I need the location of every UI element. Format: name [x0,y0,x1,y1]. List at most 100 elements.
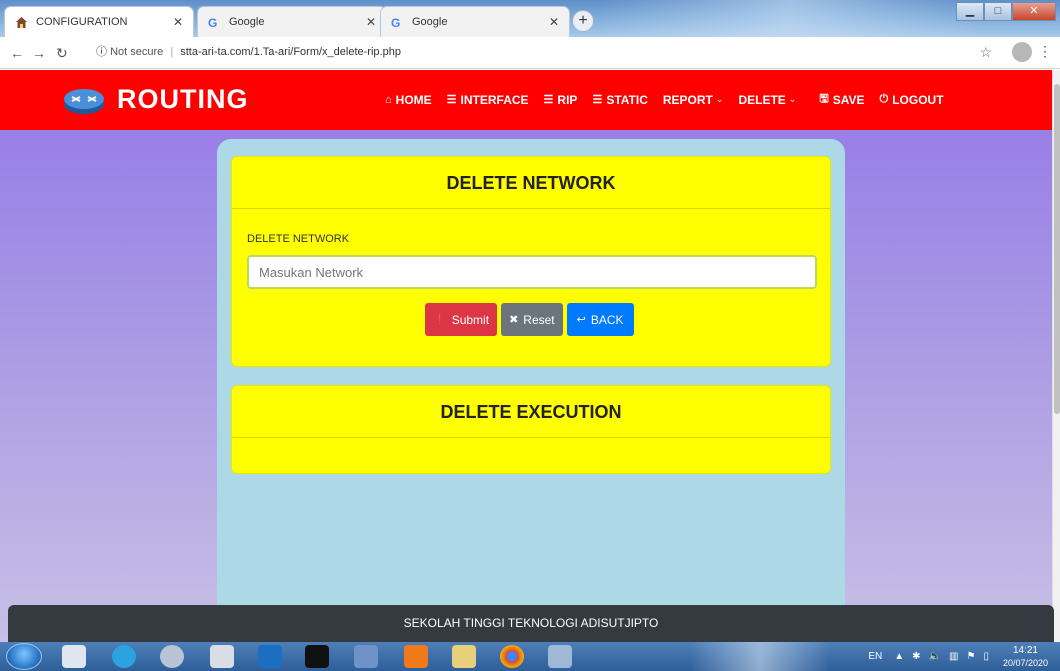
clock-time: 14:21 [1012,644,1038,656]
chevron-down-icon: ⌄ [715,94,724,104]
window-controls: ▁ □ ✕ [956,2,1056,21]
minimize-icon[interactable]: ▁ [956,2,984,21]
reset-button[interactable]: ✖ Reset [501,303,563,336]
tabstrip-glow [600,0,980,37]
maximize-icon[interactable]: □ [984,2,1012,21]
bluetooth-icon[interactable]: ✱ [912,651,920,662]
menu-item-save[interactable]: 🖫 SAVE [819,90,864,109]
menu-item-home[interactable]: ⌂ HOME [385,90,432,109]
menu-item-report[interactable]: REPORT ⌄ [663,90,724,109]
calculator-icon[interactable] [62,645,86,668]
menu-label: SAVE [832,92,865,107]
telegram-icon[interactable] [112,645,136,668]
close-tab-icon[interactable]: ✕ [173,15,183,29]
command-prompt-icon[interactable] [305,645,329,668]
url-separator: | [170,46,174,58]
paint-icon[interactable] [548,645,572,668]
system-tray: EN ▲ ✱ 🔈 ▥ ⚑ ▯ 14:21 20/07/2020 [868,642,1056,671]
volume-icon[interactable]: 🔈 [929,651,941,662]
taskbar-glow [690,642,830,671]
chrome-icon[interactable] [500,645,524,668]
close-icon: ✖ [509,314,519,326]
profile-avatar[interactable] [1012,42,1032,62]
menu-item-rip[interactable]: ☰ RIP [544,90,578,109]
menu-item-delete[interactable]: DELETE ⌄ [738,90,796,109]
clock[interactable]: 14:21 20/07/2020 [1003,645,1048,669]
google-icon: G [391,16,404,30]
home-icon [15,16,28,29]
tab-google-1[interactable]: G Google ✕ [197,6,387,37]
menu-label: INTERFACE [460,92,529,107]
alert-circle-icon: ❗ [433,314,447,326]
button-label: BACK [590,312,624,327]
menu-label: STATIC [606,92,648,107]
snipping-tool-icon[interactable] [210,645,234,668]
card-title: DELETE NETWORK [232,157,830,209]
brand[interactable]: ROUTING [63,84,249,115]
menu-label: DELETE [738,92,786,107]
list-icon: ☰ [446,94,457,106]
page-footer: SEKOLAH TINGGI TEKNOLOGI ADISUTJIPTO [8,605,1054,642]
security-label: Not secure [110,46,164,58]
reload-icon[interactable]: ↻ [56,45,68,62]
back-arrow-icon[interactable]: ← [10,45,24,61]
main-menu: ⌂ HOME ☰ INTERFACE ☰ RIP ☰ STATIC REPORT… [385,90,959,109]
brand-title: ROUTING [117,84,249,114]
browser-icon[interactable] [160,645,184,668]
menu-item-interface[interactable]: ☰ INTERFACE [447,90,529,109]
menu-label: RIP [557,92,578,107]
network-icon[interactable]: ▥ [949,651,958,662]
clock-date: 20/07/2020 [1002,657,1048,668]
page-scrollbar[interactable] [1052,70,1060,642]
tab-title: CONFIGURATION [36,16,128,28]
top-navbar: ROUTING ⌂ HOME ☰ INTERFACE ☰ RIP ☰ STATI… [0,70,1052,130]
menu-label: REPORT [662,92,713,107]
url-field[interactable]: ⓘ Not secure | stta-ari-ta.com/1.Ta-ari/… [96,43,401,61]
save-icon: 🖫 [819,93,829,105]
button-row: ❗ Submit ✖ Reset ↩ BACK [425,303,638,336]
power-icon: ⏻ [879,93,889,105]
file-explorer-icon[interactable] [452,645,476,668]
submit-button[interactable]: ❗ Submit [425,303,498,336]
chevron-down-icon: ⌄ [788,94,797,104]
back-button[interactable]: ↩ BACK [566,303,634,336]
menu-label: HOME [395,92,432,107]
tab-configuration[interactable]: CONFIGURATION ✕ [4,6,194,37]
new-tab-button[interactable]: + [572,10,594,32]
show-hidden-icons-icon[interactable]: ▲ [894,651,904,662]
network-input[interactable] [247,255,817,289]
more-menu-icon[interactable]: ⋮ [1038,43,1052,60]
url-text: stta-ari-ta.com/1.Ta-ari/Form/x_delete-r… [180,46,401,58]
card-title: DELETE EXECUTION [232,386,830,438]
menu-item-static[interactable]: ☰ STATIC [592,90,647,109]
maxthon-icon[interactable] [258,645,282,668]
bookmark-star-icon[interactable]: ☆ [979,44,992,61]
delete-execution-card: DELETE EXECUTION [231,385,831,474]
field-label: DELETE NETWORK [247,233,350,245]
page-viewport: ROUTING ⌂ HOME ☰ INTERFACE ☰ RIP ☰ STATI… [0,70,1052,642]
tab-google-2[interactable]: G Google ✕ [380,6,570,37]
close-tab-icon[interactable]: ✕ [366,15,376,29]
reply-arrow-icon: ↩ [576,314,586,326]
battery-icon[interactable]: ▯ [983,651,989,662]
flag-icon[interactable]: ⚑ [966,651,975,662]
forward-arrow-icon[interactable]: → [32,45,46,61]
sublime-text-icon[interactable] [404,645,428,668]
info-icon[interactable]: ⓘ [96,46,107,58]
tab-title: Google [229,16,265,28]
menu-item-logout[interactable]: ⏻ LOGOUT [880,90,944,109]
start-button[interactable] [6,643,42,670]
windows-taskbar: EN ▲ ✱ 🔈 ▥ ⚑ ▯ 14:21 20/07/2020 [0,642,1060,671]
close-window-icon[interactable]: ✕ [1012,2,1056,21]
language-indicator[interactable]: EN [868,651,882,662]
close-tab-icon[interactable]: ✕ [549,15,559,29]
network-tool-icon[interactable] [354,645,378,668]
home-icon: ⌂ [385,93,392,106]
menu-label: LOGOUT [892,92,944,107]
scrollbar-thumb[interactable] [1054,84,1060,414]
svg-text:G: G [208,16,217,29]
google-icon: G [208,16,221,30]
content-panel: DELETE NETWORK DELETE NETWORK ❗ Submit ✖… [217,139,845,642]
list-icon: ☰ [592,94,603,106]
list-icon: ☰ [543,94,554,106]
